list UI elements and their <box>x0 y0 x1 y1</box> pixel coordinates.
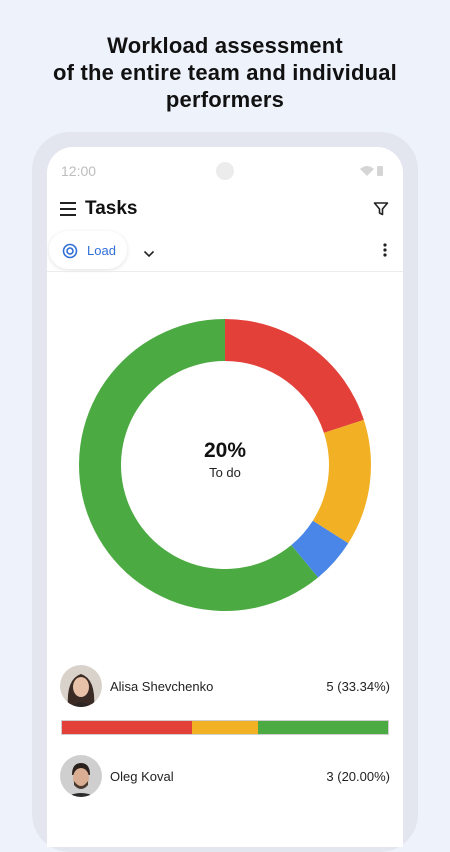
wifi-icon <box>360 166 383 176</box>
load-chip-label: Load <box>87 243 116 258</box>
camera-hole <box>216 162 234 180</box>
performer-task-count: 3 (20.00%) <box>326 769 390 784</box>
performer-name: Oleg Koval <box>110 769 174 784</box>
donut-center-value: 20% <box>203 439 247 462</box>
performer-load-bar <box>61 720 389 735</box>
more-vertical-icon[interactable] <box>383 243 387 262</box>
load-view-chip[interactable]: Load <box>49 231 127 269</box>
headline: Workload assessment of the entire team a… <box>0 32 450 113</box>
load-bar-segment-1 <box>192 721 258 734</box>
donut-slice-0 <box>225 319 364 433</box>
divider <box>47 271 403 272</box>
avatar <box>60 665 102 707</box>
load-bar-segment-2 <box>257 721 388 734</box>
performer-row[interactable]: Alisa Shevchenko 5 (33.34%) <box>60 665 390 709</box>
headline-line-1: Workload assessment <box>107 33 343 58</box>
filter-icon[interactable] <box>373 201 389 222</box>
battery-icon <box>377 166 383 176</box>
headline-line-2: of the entire team and individual <box>53 60 397 85</box>
hamburger-menu-icon[interactable] <box>60 202 76 216</box>
avatar <box>60 755 102 797</box>
target-icon <box>62 243 78 259</box>
phone-screen: 12:00 Tasks Load 20% To do Alisa Shevche… <box>47 147 403 847</box>
performer-name: Alisa Shevchenko <box>110 679 214 694</box>
chevron-down-icon[interactable] <box>143 245 155 263</box>
status-time: 12:00 <box>61 163 97 179</box>
app-bar: Tasks <box>47 193 403 227</box>
performer-task-count: 5 (33.34%) <box>326 679 390 694</box>
headline-line-3: performers <box>165 87 285 112</box>
donut-center: 20% To do <box>67 439 383 480</box>
toolbar: Load <box>47 231 403 271</box>
page-title: Tasks <box>85 198 138 219</box>
status-icons <box>359 164 389 182</box>
load-bar-segment-0 <box>62 721 193 734</box>
status-bar: 12:00 <box>47 147 403 193</box>
performer-row[interactable]: Oleg Koval 3 (20.00%) <box>60 755 390 799</box>
donut-center-label: To do <box>209 465 241 480</box>
